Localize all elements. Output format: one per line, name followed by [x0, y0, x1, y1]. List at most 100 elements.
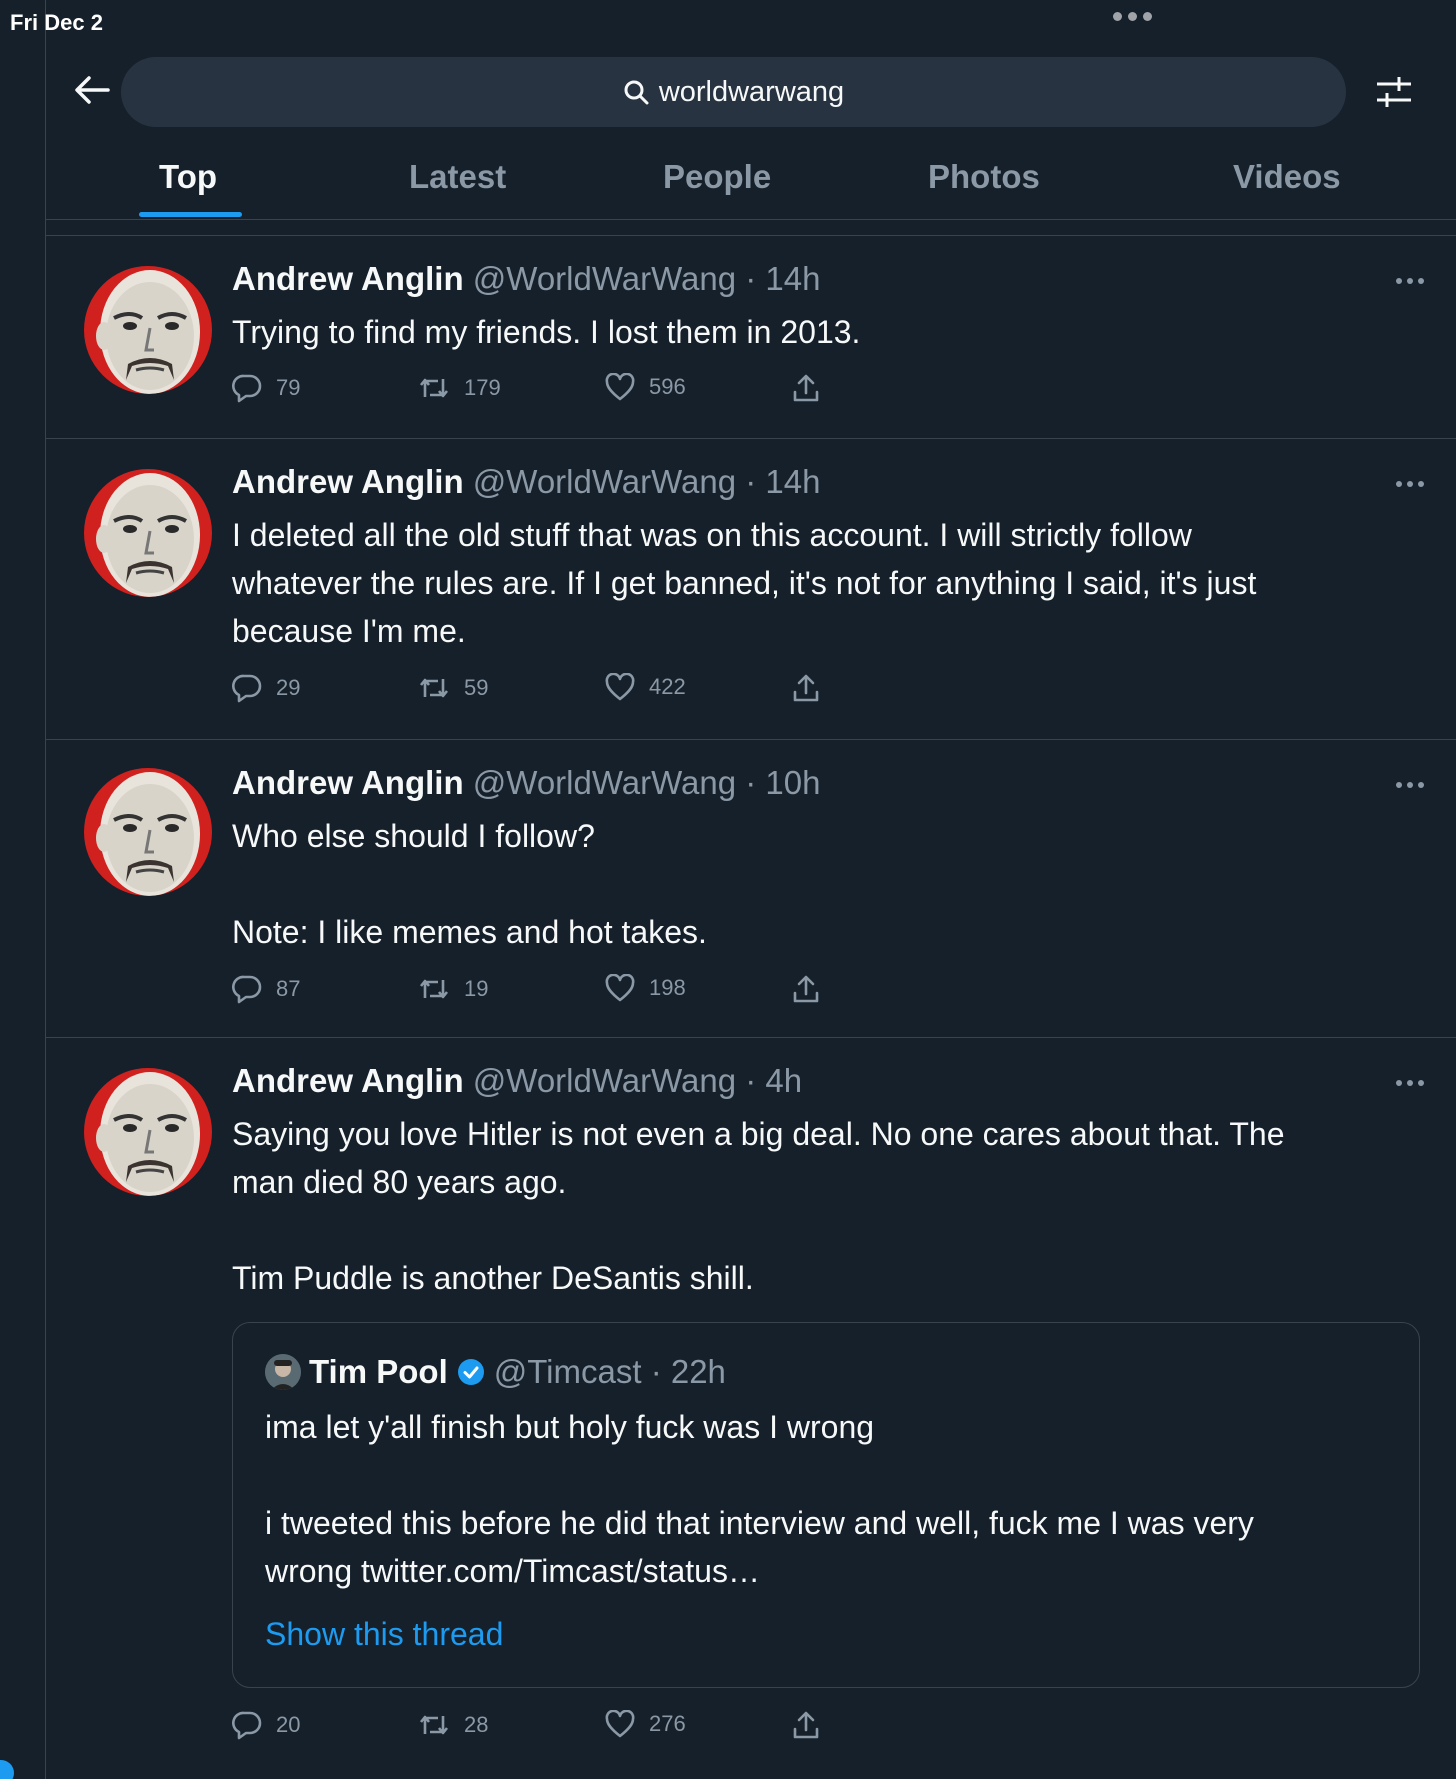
author-name[interactable]: Andrew Anglin: [232, 764, 464, 801]
more-icon[interactable]: [1396, 780, 1430, 790]
tweet-line: man died 80 years ago.: [232, 1164, 567, 1200]
retweet-count: 28: [464, 1712, 489, 1737]
share-button[interactable]: [792, 673, 820, 703]
retweet-count: 19: [464, 976, 489, 1001]
retweet-button[interactable]: 19: [418, 974, 488, 1004]
share-button[interactable]: [792, 373, 820, 403]
quoted-tweet-text: ima let y'all finish but holy fuck was I…: [265, 1403, 1385, 1595]
heart-icon: [605, 673, 635, 701]
tweet-line: whatever the rules are. If I get banned,…: [232, 565, 1257, 601]
tab-photos[interactable]: Photos: [928, 158, 1040, 196]
retweet-button[interactable]: 59: [418, 673, 488, 703]
reply-icon: [232, 1711, 262, 1740]
like-button[interactable]: 198: [605, 974, 686, 1002]
author-name[interactable]: Andrew Anglin: [232, 260, 464, 297]
heart-icon: [605, 1710, 635, 1738]
person-avatar-icon: [265, 1354, 301, 1390]
avatar[interactable]: [84, 469, 212, 597]
reply-button[interactable]: 87: [232, 974, 300, 1004]
tweet-line: Saying you love Hitler is not even a big…: [232, 1116, 1285, 1152]
like-count: 422: [649, 674, 686, 699]
author-handle-time[interactable]: @WorldWarWang · 14h: [473, 463, 821, 500]
tweet-line: Note: I like memes and hot takes.: [232, 914, 707, 950]
reply-count: 79: [276, 375, 301, 400]
avatar[interactable]: [84, 768, 212, 896]
tweet-text: Saying you love Hitler is not even a big…: [232, 1110, 1422, 1302]
tweet-header: Andrew Anglin @WorldWarWang · 14h: [232, 260, 821, 298]
share-button[interactable]: [792, 974, 820, 1004]
share-button[interactable]: [792, 1710, 820, 1740]
tweet-header: Andrew Anglin @WorldWarWang · 14h: [232, 463, 821, 501]
retweet-count: 59: [464, 675, 489, 700]
tweet[interactable]: Andrew Anglin @WorldWarWang · 10h Who el…: [46, 740, 1456, 1038]
search-filter-button[interactable]: [1372, 70, 1416, 114]
retweet-button[interactable]: 179: [418, 373, 501, 403]
quoted-tweet-header: Tim Pool @Timcast · 22h: [265, 1353, 726, 1391]
tweet-line: ima let y'all finish but holy fuck was I…: [265, 1409, 875, 1445]
search-query: worldwarwang: [658, 75, 845, 108]
tweet-actions: 20 28 276: [232, 1710, 852, 1746]
reply-button[interactable]: 79: [232, 373, 300, 403]
tweet-line: i tweeted this before he did that interv…: [265, 1505, 1254, 1541]
reply-icon: [232, 674, 262, 703]
tweet-line: I deleted all the old stuff that was on …: [232, 517, 1192, 553]
like-count: 198: [649, 975, 686, 1000]
quoted-author-name[interactable]: Tim Pool: [309, 1353, 448, 1391]
tweet-actions: 79 179 596: [232, 373, 852, 409]
search-header: worldwarwang Top Latest People Photos Vi…: [46, 40, 1456, 220]
tab-top[interactable]: Top: [159, 158, 217, 196]
author-name[interactable]: Andrew Anglin: [232, 463, 464, 500]
tweet-header: Andrew Anglin @WorldWarWang · 4h: [232, 1062, 802, 1100]
quoted-tweet[interactable]: Tim Pool @Timcast · 22h ima let y'all fi…: [232, 1322, 1420, 1688]
avatar[interactable]: [84, 266, 212, 394]
tab-people[interactable]: People: [663, 158, 771, 196]
search-input[interactable]: worldwarwang: [121, 57, 1346, 127]
like-button[interactable]: 422: [605, 673, 686, 701]
retweet-icon: [419, 979, 449, 999]
more-icon[interactable]: [1396, 1078, 1430, 1088]
reply-count: 29: [276, 675, 301, 700]
share-icon: [793, 975, 819, 1003]
multitasking-dots-icon[interactable]: [1113, 12, 1152, 21]
reply-count: 20: [276, 1712, 301, 1737]
like-button[interactable]: 276: [605, 1710, 686, 1738]
left-edge-panel: [0, 0, 46, 1779]
more-icon[interactable]: [1396, 276, 1430, 286]
tweet-line[interactable]: wrong twitter.com/Timcast/status…: [265, 1547, 1385, 1595]
reply-icon: [232, 975, 262, 1004]
more-icon[interactable]: [1396, 479, 1430, 489]
retweet-count: 179: [464, 375, 501, 400]
tweet-header: Andrew Anglin @WorldWarWang · 10h: [232, 764, 821, 802]
tweet[interactable]: Andrew Anglin @WorldWarWang · 14h Trying…: [46, 236, 1456, 439]
like-button[interactable]: 596: [605, 373, 686, 401]
quoted-avatar[interactable]: [265, 1354, 301, 1390]
search-icon: [624, 80, 649, 105]
tweet[interactable]: Andrew Anglin @WorldWarWang · 4h Saying …: [46, 1038, 1456, 1779]
arrow-left-icon: [75, 76, 110, 104]
tweet[interactable]: Andrew Anglin @WorldWarWang · 14h I dele…: [46, 439, 1456, 740]
author-handle-time[interactable]: @WorldWarWang · 4h: [473, 1062, 802, 1099]
share-icon: [793, 674, 819, 702]
tweet-line: because I'm me.: [232, 613, 466, 649]
status-bar-time: Fri Dec 2: [10, 10, 103, 35]
verified-badge-icon: [457, 1359, 484, 1385]
tweet-actions: 87 19 198: [232, 974, 852, 1010]
author-handle-time[interactable]: @WorldWarWang · 14h: [473, 260, 821, 297]
retweet-button[interactable]: 28: [418, 1710, 488, 1740]
retweet-icon: [419, 378, 449, 398]
tab-videos[interactable]: Videos: [1233, 158, 1341, 196]
reply-icon: [232, 374, 262, 403]
quoted-handle-time[interactable]: @Timcast · 22h: [494, 1353, 726, 1391]
back-button[interactable]: [72, 70, 112, 110]
author-name[interactable]: Andrew Anglin: [232, 1062, 464, 1099]
reply-button[interactable]: 20: [232, 1710, 300, 1740]
tweet-text: Trying to find my friends. I lost them i…: [232, 308, 1422, 356]
show-thread-link[interactable]: Show this thread: [265, 1616, 503, 1653]
heart-icon: [605, 373, 635, 401]
reply-button[interactable]: 29: [232, 673, 300, 703]
tab-latest[interactable]: Latest: [409, 158, 506, 196]
author-handle-time[interactable]: @WorldWarWang · 10h: [473, 764, 821, 801]
avatar[interactable]: [84, 1068, 212, 1196]
search-tabs: Top Latest People Photos Videos: [46, 140, 1456, 220]
